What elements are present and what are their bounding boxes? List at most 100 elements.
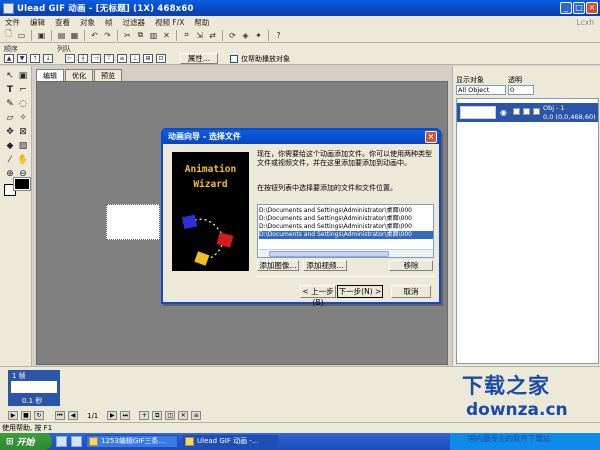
brush-tool-icon[interactable]: ✎ xyxy=(4,98,16,109)
gradient-tool-icon[interactable]: ▧ xyxy=(17,140,29,151)
minimize-button[interactable]: _ xyxy=(560,2,572,14)
back-button[interactable]: < 上一步(B) xyxy=(300,285,336,307)
first-frame-icon[interactable]: ⏮ xyxy=(55,411,65,420)
next-button[interactable]: 下一步(N) > xyxy=(337,285,383,298)
last-frame-icon[interactable]: ⏭ xyxy=(120,411,131,420)
file-list-item[interactable]: D:\Documents and Settings\Administrator\… xyxy=(259,215,433,223)
eyedropper-tool-icon[interactable]: ⁄ xyxy=(4,154,16,165)
mask-icon[interactable] xyxy=(533,108,540,115)
order-down-icon[interactable]: ↓ xyxy=(43,54,53,63)
order-up-icon[interactable]: ↑ xyxy=(30,54,40,63)
menu-view[interactable]: 查看 xyxy=(50,17,75,28)
order-back-icon[interactable]: ▼ xyxy=(17,54,27,63)
flip-icon[interactable]: ⇄ xyxy=(207,30,218,41)
preview-icon[interactable]: ▦ xyxy=(69,30,80,41)
remove-button[interactable]: 移除 xyxy=(389,260,433,271)
magic-wand-tool-icon[interactable]: ✧ xyxy=(17,112,29,123)
object-filter-dropdown[interactable]: All Object xyxy=(456,85,506,95)
menu-video-fx[interactable]: 视频 F/X xyxy=(150,17,189,28)
delete-icon[interactable]: ✕ xyxy=(161,30,172,41)
group-icon[interactable]: ⊡ xyxy=(156,54,166,63)
clone-tool-icon[interactable]: ✥ xyxy=(4,126,16,137)
help-icon[interactable]: ? xyxy=(273,30,284,41)
menu-frame[interactable]: 帧 xyxy=(100,17,118,28)
quicklaunch-ie-icon[interactable] xyxy=(56,436,67,447)
stop-icon[interactable]: ■ xyxy=(21,411,31,420)
start-button[interactable]: ⊞ 开始 xyxy=(0,433,52,450)
duplicate-frame-icon[interactable]: ⧉ xyxy=(152,411,163,420)
copy-icon[interactable]: ⧉ xyxy=(135,30,146,41)
distribute-icon[interactable]: ⊞ xyxy=(143,54,153,63)
menu-object[interactable]: 对象 xyxy=(75,17,100,28)
menu-edit[interactable]: 编辑 xyxy=(25,17,50,28)
cut-icon[interactable]: ✂ xyxy=(122,30,133,41)
loop-icon[interactable]: ↻ xyxy=(34,411,44,420)
add-frame-icon[interactable]: + xyxy=(139,411,150,420)
play-object-checkbox[interactable] xyxy=(230,54,238,63)
dialog-close-button[interactable]: × xyxy=(425,131,437,143)
print-icon[interactable]: ▤ xyxy=(56,30,67,41)
redo-icon[interactable]: ↷ xyxy=(102,30,113,41)
align-top-icon[interactable]: ⊤ xyxy=(104,54,114,63)
transform-tool-icon[interactable]: ⊠ xyxy=(17,126,29,137)
align-center-icon[interactable]: ┼ xyxy=(78,54,88,63)
quicklaunch-desktop-icon[interactable] xyxy=(71,436,82,447)
file-list-item[interactable]: D:\Documents and Settings\Administrator\… xyxy=(259,207,433,215)
rotate-icon[interactable]: ⟳ xyxy=(227,30,238,41)
lasso-tool-icon[interactable]: ◌ xyxy=(17,98,29,109)
align-middle-icon[interactable]: ≡ xyxy=(117,54,127,63)
frame-thumbnail[interactable]: 1 帧 0.1 秒 xyxy=(8,370,60,406)
align-bottom-icon[interactable]: ⊥ xyxy=(130,54,140,63)
menu-filter[interactable]: 过滤器 xyxy=(118,17,151,28)
opacity-field[interactable]: 0 xyxy=(508,85,534,95)
object-row[interactable]: ◉ Obj - 1 0,0 (0,0,468,60) xyxy=(457,103,598,122)
order-front-icon[interactable]: ▲ xyxy=(4,54,14,63)
file-list-hscrollbar[interactable] xyxy=(259,249,433,257)
align-right-icon[interactable]: ⊣ xyxy=(91,54,101,63)
menu-file[interactable]: 文件 xyxy=(0,17,25,28)
properties-button[interactable]: 属性... xyxy=(180,53,218,64)
resize-icon[interactable]: ⇲ xyxy=(194,30,205,41)
pick-tool-icon[interactable]: ↖ xyxy=(4,70,16,81)
undo-icon[interactable]: ↶ xyxy=(89,30,100,41)
wizard-icon[interactable]: ✦ xyxy=(253,30,264,41)
align-left-icon[interactable]: ⊢ xyxy=(65,54,75,63)
paste-icon[interactable]: ▥ xyxy=(148,30,159,41)
eye-icon[interactable]: ◉ xyxy=(500,108,507,117)
close-button[interactable]: × xyxy=(586,2,598,14)
save-icon[interactable]: ▣ xyxy=(36,30,47,41)
marquee-tool-icon[interactable]: ▣ xyxy=(17,70,29,81)
fill-tool-icon[interactable]: ◆ xyxy=(4,140,16,151)
prev-frame-icon[interactable]: ◀ xyxy=(68,411,78,420)
lock-icon[interactable] xyxy=(513,108,520,115)
tab-edit[interactable]: 编辑 xyxy=(36,69,64,81)
hand-tool-icon[interactable]: ✋ xyxy=(17,154,29,165)
file-list-item-selected[interactable]: D:\Documents and Settings\Administrator\… xyxy=(259,231,433,239)
next-frame-icon[interactable]: ▶ xyxy=(107,411,118,420)
file-list-item[interactable]: D:\Documents and Settings\Administrator\… xyxy=(259,223,433,231)
cancel-button[interactable]: 取消 xyxy=(391,285,431,298)
crop-tool-icon[interactable]: ⌐ xyxy=(17,84,29,95)
play-icon[interactable]: ▶ xyxy=(8,411,18,420)
maximize-button[interactable]: □ xyxy=(573,2,585,14)
tween-icon[interactable]: ◫ xyxy=(165,411,176,420)
menu-help[interactable]: 帮助 xyxy=(189,17,214,28)
text-tool-icon[interactable]: T xyxy=(4,84,16,95)
taskbar-item-folder[interactable]: 1253编辑GIF三条... xyxy=(86,435,178,448)
file-list[interactable]: D:\Documents and Settings\Administrator\… xyxy=(257,204,434,258)
add-image-button[interactable]: 添加图像... xyxy=(257,260,299,271)
canvas-image[interactable] xyxy=(106,204,160,240)
foreground-color-swatch[interactable] xyxy=(13,177,31,191)
eraser-tool-icon[interactable]: ▱ xyxy=(4,112,16,123)
add-video-button[interactable]: 添加视频... xyxy=(303,260,347,271)
open-folder-icon[interactable]: ▭ xyxy=(16,30,27,41)
optimize-icon[interactable]: ◈ xyxy=(240,30,251,41)
new-file-icon[interactable]: 🗋 xyxy=(3,29,14,41)
tab-preview[interactable]: 预览 xyxy=(94,69,122,81)
delete-frame-icon[interactable]: ✕ xyxy=(178,411,189,420)
tab-optimize[interactable]: 优化 xyxy=(65,69,93,81)
taskbar-item-ulead[interactable]: Ulead GIF 动画 -... xyxy=(182,435,278,448)
merge-icon[interactable] xyxy=(523,108,530,115)
crop-icon[interactable]: ⌗ xyxy=(181,30,192,41)
frame-properties-icon[interactable]: ≡ xyxy=(191,411,202,420)
